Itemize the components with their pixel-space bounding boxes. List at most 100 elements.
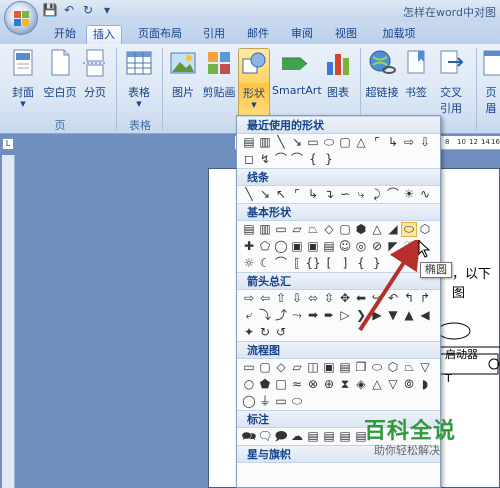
freeform-icon[interactable]: ☀: [401, 187, 417, 202]
double-brace-shape-icon[interactable]: {}: [305, 256, 321, 271]
internal-storage-shape-icon[interactable]: ▣: [321, 360, 337, 375]
tab-review[interactable]: 审阅: [284, 25, 320, 44]
summing-junction-shape-icon[interactable]: ⊗: [305, 377, 321, 392]
smartart-button[interactable]: SmartArt: [272, 48, 322, 97]
customize-icon[interactable]: ▾: [99, 3, 115, 18]
up-arrow-shape-icon[interactable]: ⇧: [273, 291, 289, 306]
down-arrow-shape-icon[interactable]: ⇩: [289, 291, 305, 306]
office-button[interactable]: [4, 1, 38, 35]
curved-left-arrow-shape-icon[interactable]: ⤵: [257, 308, 273, 323]
table-button[interactable]: 表格 ▼: [122, 48, 156, 108]
diamond-shape-icon[interactable]: ◇: [321, 222, 337, 237]
arrow-line-shape-icon[interactable]: ↘: [257, 187, 273, 202]
lightning-shape-icon[interactable]: ↯: [257, 152, 273, 167]
elbow-arrow-icon[interactable]: ↳: [385, 135, 401, 150]
line-shape-icon[interactable]: ╲: [241, 187, 257, 202]
preparation-shape-icon[interactable]: ⬡: [385, 360, 401, 375]
merge-shape-icon[interactable]: ▽: [385, 377, 401, 392]
octagon-shape-icon[interactable]: ⬢: [353, 222, 369, 237]
vertical-textbox-shape-icon[interactable]: ▥: [257, 222, 273, 237]
left-bracket-shape-icon[interactable]: [: [321, 256, 337, 271]
right-brace-shape-icon[interactable]: }: [321, 152, 337, 167]
picture-button[interactable]: 图片: [166, 48, 200, 100]
decision-shape-icon[interactable]: ◇: [273, 360, 289, 375]
cloud-callout-shape-icon[interactable]: ☁: [289, 429, 305, 444]
triangle-shape-icon[interactable]: △: [369, 222, 385, 237]
line-shape-icon[interactable]: ╲: [273, 135, 289, 150]
down-arrow-shape-icon[interactable]: ⇩: [417, 135, 433, 150]
chart-button[interactable]: 图表: [322, 48, 354, 100]
connector-shape-icon[interactable]: ○: [241, 377, 257, 392]
tab-view[interactable]: 视图: [328, 25, 364, 44]
tab-references[interactable]: 引用: [196, 25, 232, 44]
folded-corner-shape-icon[interactable]: ▤: [321, 239, 337, 254]
sun-shape-icon[interactable]: ☼: [241, 256, 257, 271]
manual-input-shape-icon[interactable]: ⏢: [401, 360, 417, 375]
left-right-arrow-shape-icon[interactable]: ⬄: [305, 291, 321, 306]
hyperlink-button[interactable]: 超链接: [364, 48, 400, 100]
rectangle-shape-icon[interactable]: ▭: [305, 135, 321, 150]
cross-shape-icon[interactable]: ✚: [241, 239, 257, 254]
moon-shape-icon[interactable]: ☾: [257, 256, 273, 271]
bookmark-button[interactable]: 书签: [402, 48, 430, 100]
line-callout-3-shape-icon[interactable]: ▤: [337, 429, 353, 444]
vertical-ruler[interactable]: [2, 155, 15, 488]
multidocument-shape-icon[interactable]: ❐: [353, 360, 369, 375]
delay-shape-icon[interactable]: ◗: [417, 377, 433, 392]
trapezoid-shape-icon[interactable]: ⏢: [305, 222, 321, 237]
elbow-connector-icon[interactable]: ⌜: [289, 187, 305, 202]
rectangle-shape-icon[interactable]: ▭: [273, 222, 289, 237]
left-brace-shape-icon[interactable]: {: [305, 152, 321, 167]
pentagon-shape-icon[interactable]: ⬠: [257, 239, 273, 254]
rounded-callout-shape-icon[interactable]: 🗨: [257, 429, 273, 444]
or-shape-icon[interactable]: ⊕: [321, 377, 337, 392]
punched-tape-shape-icon[interactable]: ≈: [289, 377, 305, 392]
arc-shape-icon[interactable]: ⌒: [289, 152, 305, 167]
magnetic-disk-shape-icon[interactable]: ⏚: [257, 394, 273, 409]
up-down-arrow-shape-icon[interactable]: ⇳: [321, 291, 337, 306]
curved-up-arrow-shape-icon[interactable]: ⤴: [273, 308, 289, 323]
tab-page-layout[interactable]: 页面布局: [130, 25, 190, 44]
rounded-rect-shape-icon[interactable]: ▢: [337, 135, 353, 150]
line-callout-shape-icon[interactable]: ▤: [305, 429, 321, 444]
curve-shape-icon[interactable]: ⌒: [273, 152, 289, 167]
curve-icon[interactable]: ⌒: [385, 187, 401, 202]
left-arrow-shape-icon[interactable]: ⇦: [257, 291, 273, 306]
save-icon[interactable]: 💾: [42, 3, 58, 18]
clipart-button[interactable]: 剪贴画: [202, 48, 236, 100]
curved-double-arrow-icon[interactable]: ⤸: [369, 187, 385, 202]
bevel-shape-icon[interactable]: ▣: [305, 239, 321, 254]
tab-home[interactable]: 开始: [48, 25, 82, 44]
rect-callout-shape-icon[interactable]: 🗪: [241, 429, 257, 444]
double-arrow-line-icon[interactable]: ↖: [273, 187, 289, 202]
document-shape-icon[interactable]: ▤: [337, 360, 353, 375]
striped-right-arrow-shape-icon[interactable]: ➡: [305, 308, 321, 323]
cross-reference-button[interactable]: 交叉 引用: [436, 48, 466, 116]
parallelogram-shape-icon[interactable]: ▱: [289, 222, 305, 237]
shapes-button[interactable]: 形状 ▼: [238, 48, 270, 118]
textbox-shape-icon[interactable]: ▤: [241, 222, 257, 237]
right-arrow-shape-icon[interactable]: ⇨: [241, 291, 257, 306]
tab-insert[interactable]: 插入: [86, 25, 122, 44]
wave-shape-icon[interactable]: ◻: [241, 152, 257, 167]
right-triangle-shape-icon[interactable]: ◢: [385, 222, 401, 237]
curved-arrow-icon[interactable]: ⤷: [353, 187, 369, 202]
hexagon-shape-icon[interactable]: ⬡: [417, 222, 433, 237]
elbow-arrow-icon[interactable]: ↳: [305, 187, 321, 202]
quad-arrow-callout-shape-icon[interactable]: ✦: [241, 325, 257, 340]
sequential-storage-shape-icon[interactable]: ◯: [241, 394, 257, 409]
extract-shape-icon[interactable]: △: [369, 377, 385, 392]
double-bracket-shape-icon[interactable]: ⟦: [289, 256, 305, 271]
sort-shape-icon[interactable]: ◈: [353, 377, 369, 392]
notched-right-arrow-shape-icon[interactable]: ➨: [321, 308, 337, 323]
curved-down-arrow-shape-icon[interactable]: ⤳: [289, 308, 305, 323]
data-shape-icon[interactable]: ▱: [289, 360, 305, 375]
cube-shape-icon[interactable]: ▣: [289, 239, 305, 254]
tab-mailings[interactable]: 邮件: [240, 25, 276, 44]
scribble-icon[interactable]: ∿: [417, 187, 433, 202]
redo-icon[interactable]: ↻: [80, 3, 96, 18]
arc-shape-icon[interactable]: ⌒: [273, 256, 289, 271]
offpage-connector-shape-icon[interactable]: ⬟: [257, 377, 273, 392]
predefined-process-shape-icon[interactable]: ◫: [305, 360, 321, 375]
line-callout-2-shape-icon[interactable]: ▤: [321, 429, 337, 444]
